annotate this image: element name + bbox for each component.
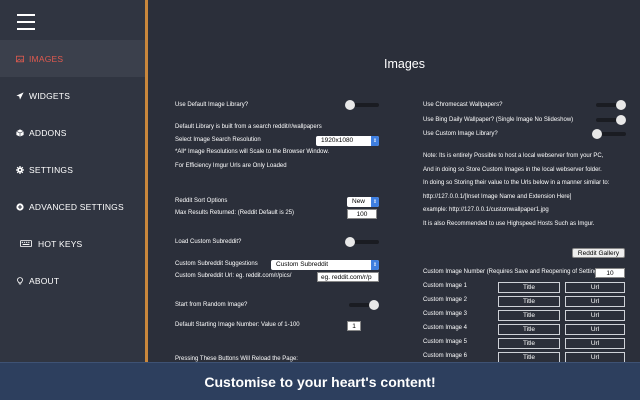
sidebar-nav: IMAGES WIDGETS ADDONS SETTINGS ADVANCED … — [0, 40, 145, 299]
sidebar-item-settings[interactable]: SETTINGS — [0, 151, 145, 188]
default-library-label: Use Default Image Library? — [175, 102, 249, 108]
custom-image-title-button[interactable]: Title — [498, 282, 560, 293]
select-arrow-icon: ⇕ — [371, 197, 379, 207]
resolution-label: Select Image Search Resolution — [175, 137, 261, 143]
webserver-note-3: In doing so Storing their value to the U… — [423, 180, 610, 186]
max-results-input[interactable]: 100 — [347, 209, 377, 219]
all-resolutions-note: *All* Image Resolutions will Scale to th… — [175, 149, 330, 155]
imgur-note: For Efficiency Imgur Urls are Only Loade… — [175, 163, 287, 169]
sidebar-item-addons[interactable]: ADDONS — [0, 114, 145, 151]
custom-number-label: Custom Image Number (Requires Save and R… — [423, 269, 603, 275]
chromecast-label: Use Chromecast Wallpapers? — [423, 102, 503, 108]
custom-number-input[interactable]: 10 — [595, 268, 625, 278]
random-label: Start from Random Image? — [175, 302, 248, 308]
webserver-note-4: http://127.0.0.1/[Inset Image Name and E… — [423, 194, 572, 200]
sidebar-item-advanced-settings[interactable]: ADVANCED SETTINGS — [0, 188, 145, 225]
custom-url-input[interactable]: eg. reddit.com/r/p — [317, 272, 379, 282]
custom-image-title-button[interactable]: Title — [498, 324, 560, 335]
random-toggle[interactable] — [345, 300, 379, 310]
default-library-toggle[interactable] — [345, 100, 379, 110]
sidebar-item-images[interactable]: IMAGES — [0, 40, 145, 77]
sidebar-item-about[interactable]: ABOUT — [0, 262, 145, 299]
start-number-input[interactable]: 1 — [347, 321, 361, 331]
custom-image-label: Custom Image 4 — [423, 325, 468, 331]
sidebar-item-label: SETTINGS — [29, 164, 74, 175]
custom-image-url-button[interactable]: Url — [565, 338, 625, 349]
custom-image-url-button[interactable]: Url — [565, 296, 625, 307]
custom-image-label: Custom Image 3 — [423, 311, 468, 317]
custom-image-url-button[interactable]: Url — [565, 282, 625, 293]
page-title: Images — [384, 57, 425, 71]
webserver-note-1: Note: Its is entirely Possible to host a… — [423, 153, 604, 159]
custom-image-label: Custom Image 2 — [423, 297, 468, 303]
custom-image-title-button[interactable]: Title — [498, 310, 560, 321]
sort-label: Reddit Sort Options — [175, 198, 228, 204]
bing-toggle[interactable] — [592, 115, 626, 125]
custom-image-url-button[interactable]: Url — [565, 310, 625, 321]
reddit-gallery-button[interactable]: Reddit Gallery — [572, 248, 625, 258]
sidebar-item-label: HOT KEYS — [38, 238, 83, 249]
webserver-note-2: And in doing so Store Custom Images in t… — [423, 167, 602, 173]
suggestions-label: Custom Subreddit Suggestions — [175, 261, 258, 267]
library-note: Default Library is built from a search r… — [175, 124, 322, 130]
custom-image-title-button[interactable]: Title — [498, 296, 560, 307]
sidebar-item-label: ABOUT — [29, 275, 60, 286]
promo-banner: Customise to your heart's content! — [0, 362, 640, 400]
select-arrow-icon: ⇕ — [371, 260, 379, 270]
sidebar-item-hot-keys[interactable]: HOT KEYS — [0, 225, 145, 262]
custom-image-url-button[interactable]: Url — [565, 324, 625, 335]
sort-select[interactable]: New ⇕ — [347, 197, 379, 207]
sidebar: IMAGES WIDGETS ADDONS SETTINGS ADVANCED … — [0, 0, 148, 362]
custom-image-label: Custom Image 1 — [423, 283, 468, 289]
custom-image-title-button[interactable]: Title — [498, 338, 560, 349]
keyboard-icon — [16, 240, 36, 247]
resolution-select[interactable]: 1920x1080 ⇕ — [316, 136, 379, 146]
lightbulb-icon — [13, 276, 27, 285]
image-icon — [13, 55, 27, 63]
custom-url-label: Custom Subreddit Url: eg. reddit.com/r/p… — [175, 273, 292, 279]
settings-panel: Images Use Default Image Library? Defaul… — [151, 0, 640, 363]
suggestions-select[interactable]: Custom Subreddit ⇕ — [271, 260, 379, 270]
custom-image-label: Custom Image 5 — [423, 339, 468, 345]
bing-label: Use Bing Daily Wallpaper? (Single Image … — [423, 117, 574, 123]
load-custom-label: Load Custom Subreddit? — [175, 239, 242, 245]
custom-image-label: Custom Image 6 — [423, 353, 468, 359]
custom-library-toggle[interactable] — [592, 129, 626, 139]
gear-icon — [13, 165, 27, 174]
paper-plane-icon — [13, 91, 27, 100]
chromecast-toggle[interactable] — [592, 100, 626, 110]
hamburger-menu-icon[interactable] — [17, 14, 35, 30]
sidebar-item-label: ADDONS — [29, 127, 67, 138]
sidebar-item-label: IMAGES — [29, 53, 64, 64]
sidebar-item-label: WIDGETS — [29, 90, 71, 101]
sidebar-item-label: ADVANCED SETTINGS — [29, 201, 124, 212]
sidebar-item-widgets[interactable]: WIDGETS — [0, 77, 145, 114]
load-custom-toggle[interactable] — [345, 237, 379, 247]
start-number-label: Default Starting Image Number: Value of … — [175, 322, 300, 328]
webserver-note-6: It is also Recommended to use Highspeed … — [423, 221, 595, 227]
custom-library-label: Use Custom Image Library? — [423, 131, 498, 137]
banner-text: Customise to your heart's content! — [204, 373, 436, 390]
max-results-label: Max Results Returned: (Reddit Default is… — [175, 210, 295, 216]
plus-circle-icon — [13, 202, 27, 211]
webserver-note-5: example: http://127.0.0.1/customwallpape… — [423, 207, 549, 213]
cube-icon — [13, 128, 27, 137]
select-arrow-icon: ⇕ — [371, 136, 379, 146]
